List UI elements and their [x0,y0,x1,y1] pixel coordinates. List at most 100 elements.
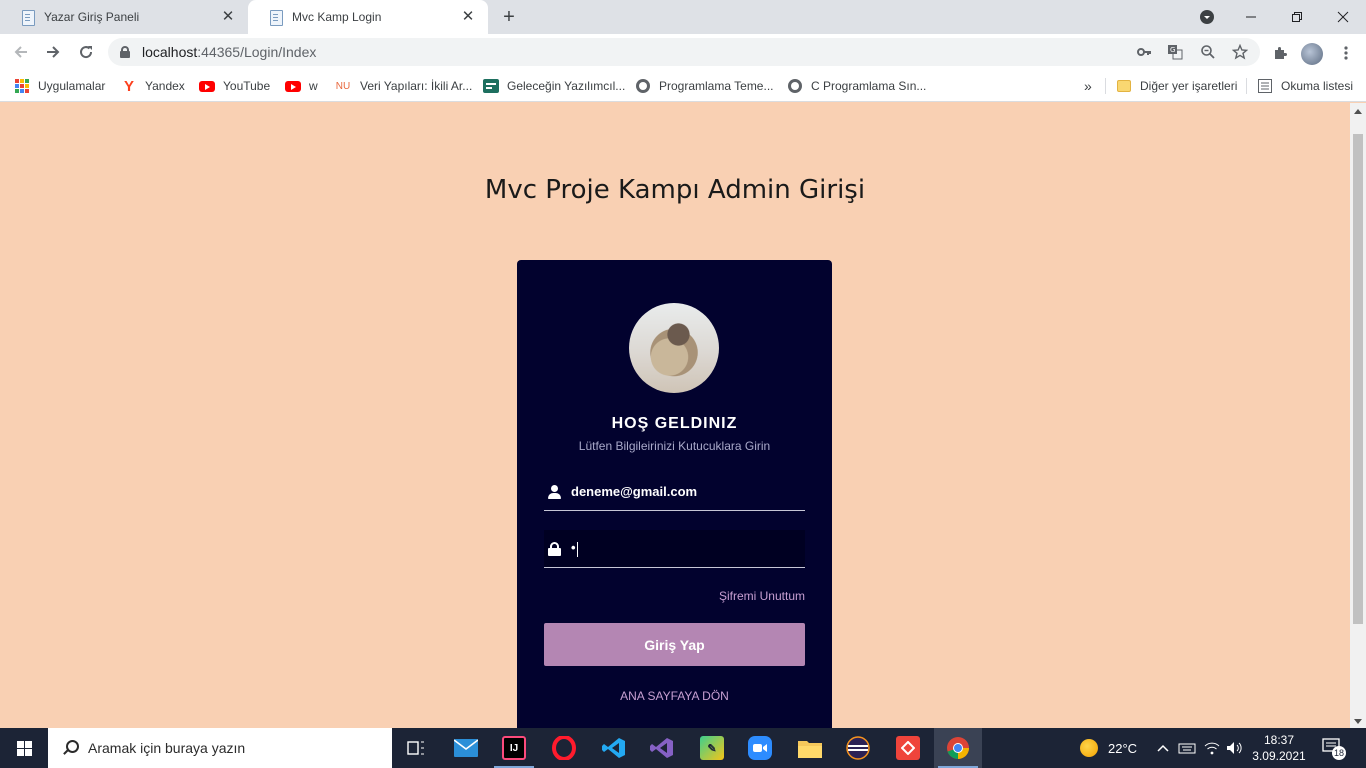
address-bar[interactable]: localhost:44365/Login/Index [108,38,1260,66]
tab-search-chevron-down-icon[interactable] [1184,0,1230,34]
intellij-app-icon[interactable]: IJ [490,728,538,768]
bookmark-label: Okuma listesi [1281,79,1354,93]
extensions-puzzle-icon[interactable] [1270,43,1290,63]
key-icon[interactable] [1135,43,1153,61]
keyboard-language-icon[interactable] [1178,728,1196,768]
bookmark-c-programlama[interactable]: C Programlama Sın... [787,76,926,96]
tab-mvc-kamp-login[interactable]: Mvc Kamp Login ✕ [248,0,488,34]
close-window-icon[interactable] [1320,0,1366,34]
windows-logo-icon [16,740,32,756]
email-value[interactable]: deneme@gmail.com [571,484,697,499]
bookmark-youtube[interactable]: YouTube [199,76,270,96]
bookmark-label: Programlama Teme... [659,79,774,93]
start-button[interactable] [0,728,48,768]
page-icon [268,9,284,26]
site-icon [483,78,499,94]
bookmark-label: Yandex [145,79,185,93]
bookmark-other-folder[interactable]: Diğer yer işaretleri [1116,76,1237,96]
eclipse-app-icon[interactable] [834,728,882,768]
bookmark-gelecegin-yazilimcilari[interactable]: Geleceğin Yazılımcıl... [483,76,625,96]
url-port: :44365 [197,44,241,60]
scrollbar-thumb[interactable] [1353,134,1363,624]
anydesk-app-icon[interactable] [884,728,932,768]
login-card: HOŞ GELDINIZ Lütfen Bilgileirinizi Kutuc… [517,260,832,728]
bookmarks-bar: Uygulamalar Y Yandex YouTube w NU Veri Y… [0,70,1366,102]
vscode-app-icon[interactable] [590,728,638,768]
youtube-icon [199,78,215,94]
clock-date: 3.09.2021 [1252,749,1306,763]
task-view-icon[interactable] [392,728,440,768]
password-field[interactable]: • [544,530,805,568]
notification-count-badge: 18 [1332,746,1346,760]
notification-center-icon[interactable]: 18 [1322,738,1346,760]
bookmark-star-icon[interactable] [1231,43,1249,61]
lock-icon[interactable] [120,46,130,58]
bookmark-label: C Programlama Sın... [811,79,927,93]
home-link[interactable]: ANA SAYFAYA DÖN [517,689,832,703]
sticky-app-icon[interactable]: ✎ [688,728,736,768]
minimize-icon[interactable] [1228,0,1274,34]
menu-kebab-icon[interactable] [1336,43,1356,63]
translate-icon[interactable]: G [1166,43,1184,61]
reload-icon[interactable] [73,39,99,65]
email-field[interactable]: deneme@gmail.com [544,473,805,511]
bookmark-yandex[interactable]: Y Yandex [121,76,185,96]
search-placeholder: Aramak için buraya yazın [88,740,246,756]
visual-studio-app-icon[interactable] [638,728,686,768]
page-scrollbar[interactable] [1350,103,1366,728]
volume-icon[interactable] [1226,728,1244,768]
globe-icon [787,78,803,94]
bookmark-label: w [309,79,318,93]
globe-icon [635,78,651,94]
restore-icon[interactable] [1274,0,1320,34]
tab-title: Yazar Giriş Paneli [44,10,140,24]
taskbar-search-input[interactable]: Aramak için buraya yazın [48,728,392,768]
tab-yazar-giris[interactable]: Yazar Giriş Paneli ✕ [0,0,248,34]
chrome-app-icon[interactable] [934,728,982,768]
new-tab-plus-icon[interactable]: + [499,7,519,27]
user-icon [547,484,563,500]
taskbar-clock[interactable]: 18:37 3.09.2021 [1249,732,1309,764]
scroll-down-arrow-icon[interactable] [1354,719,1362,724]
bookmark-label: Uygulamalar [38,79,106,93]
scroll-up-arrow-icon[interactable] [1354,109,1362,114]
youtube-icon [285,78,301,94]
password-value[interactable]: • [571,540,578,557]
windows-taskbar: Aramak için buraya yazın IJ ✎ 22°C 18:37… [0,728,1366,768]
browser-toolbar: localhost:44365/Login/Index G [0,34,1366,70]
sun-weather-icon [1080,739,1098,757]
welcome-heading: HOŞ GELDINIZ [611,415,738,432]
bookmark-w[interactable]: w [285,76,318,96]
reading-list-icon [1257,78,1273,94]
login-button[interactable]: Giriş Yap [544,623,805,666]
close-icon[interactable]: ✕ [460,9,476,25]
close-icon[interactable]: ✕ [220,9,236,25]
bookmark-programlama-temelleri[interactable]: Programlama Teme... [635,76,774,96]
tray-overflow-chevron-up-icon[interactable] [1156,728,1170,768]
page-title: Mvc Proje Kampı Admin Girişi [484,175,866,205]
forward-arrow-icon[interactable] [40,39,66,65]
wifi-icon[interactable] [1204,728,1220,768]
forgot-password-link[interactable]: Şifremi Unuttum [719,589,805,603]
reading-list-button[interactable]: Okuma listesi [1257,76,1353,96]
opera-app-icon[interactable] [540,728,588,768]
bookmark-apps[interactable]: Uygulamalar [14,76,105,96]
welcome-subtitle: Lütfen Bilgileirinizi Kutucuklara Girin [578,439,771,453]
folder-icon [1116,78,1132,94]
bookmark-veri-yapilari[interactable]: NU Veri Yapıları: İkili Ar... [334,76,473,96]
profile-avatar-icon[interactable] [1301,43,1323,65]
bookmarks-overflow-chevron-icon[interactable]: » [1084,76,1092,96]
bookmark-label: YouTube [223,79,271,93]
zoom-icon[interactable] [1199,43,1217,61]
weather-widget[interactable]: 22°C [1080,728,1137,768]
text-caret [576,541,578,557]
bookmark-label: Veri Yapıları: İkili Ar... [360,79,473,93]
zoom-app-icon[interactable] [736,728,784,768]
url-host: localhost [142,44,198,60]
bookmarks-divider [1246,78,1247,94]
bookmark-label: Geleceğin Yazılımcıl... [507,79,626,93]
back-arrow-icon[interactable] [8,39,34,65]
mail-app-icon[interactable] [442,728,490,768]
tab-strip: Yazar Giriş Paneli ✕ Mvc Kamp Login ✕ + [0,0,1366,34]
file-explorer-icon[interactable] [786,728,834,768]
